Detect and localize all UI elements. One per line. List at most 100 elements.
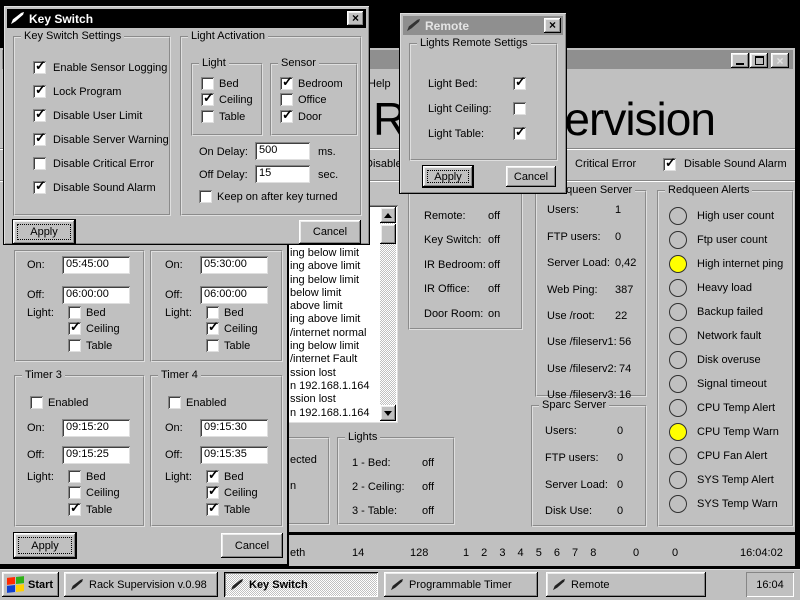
timer1-on-field[interactable]: 05:45:00 <box>62 256 130 274</box>
timer2-bed-checkbox[interactable] <box>206 306 219 319</box>
log-scrollbar[interactable] <box>380 207 396 421</box>
cancel-button[interactable]: Cancel <box>299 220 361 244</box>
off-label: Off: <box>165 289 183 301</box>
sensor-door-checkbox[interactable] <box>280 110 293 123</box>
critical-error-toggle-label: Critical Error <box>575 158 636 170</box>
taskbar-item-key-switch[interactable]: Key Switch <box>224 572 378 597</box>
checkbox-label: Ceiling <box>219 94 253 106</box>
timer4-on-field[interactable]: 09:15:30 <box>200 419 268 437</box>
timer3-table-checkbox[interactable] <box>68 503 81 516</box>
timer1-table-checkbox[interactable] <box>68 339 81 352</box>
checkbox-label: Bed <box>224 307 244 319</box>
timer4-enabled-checkbox[interactable] <box>168 396 181 409</box>
cancel-button[interactable]: Cancel <box>221 533 283 558</box>
lock-program-checkbox[interactable] <box>33 85 46 98</box>
row-label: Light Ceiling: <box>428 103 492 115</box>
row-label: 3 - Table: <box>352 505 397 517</box>
apply-button[interactable]: Apply <box>423 166 473 187</box>
timer2-ceiling-checkbox[interactable] <box>206 322 219 335</box>
timer4-ceiling-checkbox[interactable] <box>206 486 219 499</box>
remote-titlebar[interactable]: Remote × <box>403 16 563 35</box>
row-label: Key Switch: <box>424 234 481 246</box>
off-delay-label: Off Delay: <box>199 169 248 181</box>
checkbox-label: Disable Critical Error <box>53 158 154 170</box>
light-bed-checkbox[interactable] <box>201 77 214 90</box>
scroll-down-button[interactable] <box>380 405 396 421</box>
checkbox-label: Bed <box>86 471 106 483</box>
timer3-enabled-checkbox[interactable] <box>30 396 43 409</box>
start-label: Start <box>28 579 53 591</box>
timer1-bed-checkbox[interactable] <box>68 306 81 319</box>
enable-sensor-logging-checkbox[interactable] <box>33 61 46 74</box>
timer1-ceiling-checkbox[interactable] <box>68 322 81 335</box>
remote-light-bed-checkbox[interactable] <box>513 77 526 90</box>
key-switch-titlebar[interactable]: Key Switch × <box>7 9 366 28</box>
off-delay-field[interactable]: 15 <box>255 165 310 183</box>
taskbar-clock[interactable]: 16:04 <box>746 572 794 597</box>
checkbox-label: Lock Program <box>53 86 121 98</box>
light-table-checkbox[interactable] <box>201 110 214 123</box>
disable-user-limit-checkbox[interactable] <box>33 109 46 122</box>
close-button[interactable]: × <box>771 53 789 68</box>
timer3-on-field[interactable]: 09:15:20 <box>62 419 130 437</box>
taskbar-item-rack-supervision[interactable]: Rack Supervision v.0.98 <box>64 572 218 597</box>
menu-item-help[interactable]: Help <box>368 78 391 90</box>
disable-sound-alarm-checkbox[interactable] <box>33 181 46 194</box>
timer2-off-field[interactable]: 06:00:00 <box>200 286 268 304</box>
apply-button[interactable]: Apply <box>13 220 75 244</box>
row-value-clipped: n <box>290 480 296 492</box>
disable-sound-alarm-checkbox[interactable] <box>663 158 676 171</box>
row-value: 1 <box>615 204 621 216</box>
scroll-up-button[interactable] <box>380 207 396 223</box>
timer2-table-checkbox[interactable] <box>206 339 219 352</box>
timer3-bed-checkbox[interactable] <box>68 470 81 483</box>
light-activation-group: Light Activation Light Bed Ceiling Table… <box>180 36 362 216</box>
app-pen-icon <box>389 578 405 592</box>
timer4-off-field[interactable]: 09:15:35 <box>200 446 268 464</box>
group-title: Lights <box>345 431 380 443</box>
key-switch-window: Key Switch × Key Switch Settings Enable … <box>3 5 370 245</box>
maximize-button[interactable] <box>750 53 768 68</box>
timer3-off-field[interactable]: 09:15:25 <box>62 446 130 464</box>
alert-led <box>669 303 687 321</box>
timer2-group: On: 05:30:00 Off: 06:00:00 Light: Bed Ce… <box>150 250 283 362</box>
remote-light-ceiling-checkbox[interactable] <box>513 102 526 115</box>
on-delay-field[interactable]: 500 <box>255 142 310 160</box>
on-label: On: <box>165 422 183 434</box>
start-button[interactable]: Start <box>2 572 59 597</box>
light-ceiling-checkbox[interactable] <box>201 93 214 106</box>
sensor-bedroom-checkbox[interactable] <box>280 77 293 90</box>
lights-remote-settings-group: Lights Remote Settigs Light Bed: Light C… <box>409 43 558 161</box>
row-value: off <box>422 481 434 493</box>
checkbox-label: Ceiling <box>86 487 120 499</box>
row-value: off <box>422 505 434 517</box>
timer2-on-field[interactable]: 05:30:00 <box>200 256 268 274</box>
timer4-bed-checkbox[interactable] <box>206 470 219 483</box>
remote-light-table-checkbox[interactable] <box>513 127 526 140</box>
maximize-icon <box>755 56 764 65</box>
timer4-table-checkbox[interactable] <box>206 503 219 516</box>
timer1-off-field[interactable]: 06:00:00 <box>62 286 130 304</box>
checkbox-label: Ceiling <box>224 323 258 335</box>
cancel-button[interactable]: Cancel <box>506 166 556 187</box>
checkbox-label: Enabled <box>186 397 226 409</box>
disable-critical-error-checkbox[interactable] <box>33 157 46 170</box>
row-label: Users: <box>547 204 579 216</box>
taskbar-item-remote[interactable]: Remote <box>546 572 706 597</box>
apply-button[interactable]: Apply <box>14 533 76 558</box>
taskbar-item-label: Key Switch <box>249 579 308 591</box>
scroll-thumb[interactable] <box>380 224 396 244</box>
checkbox-label: Disable Sound Alarm <box>53 182 156 194</box>
close-button[interactable]: × <box>544 18 561 33</box>
sensor-office-checkbox[interactable] <box>280 93 293 106</box>
taskbar-item-programmable-timer[interactable]: Programmable Timer <box>384 572 538 597</box>
close-button[interactable]: × <box>347 11 364 26</box>
minimize-icon <box>736 63 744 65</box>
checkbox-label: Table <box>86 340 112 352</box>
keep-on-checkbox[interactable] <box>199 190 212 203</box>
alert-led <box>669 423 687 441</box>
minimize-button[interactable] <box>731 53 749 68</box>
timer3-ceiling-checkbox[interactable] <box>68 486 81 499</box>
clock-label: 16:04 <box>756 579 784 591</box>
disable-server-warning-checkbox[interactable] <box>33 133 46 146</box>
